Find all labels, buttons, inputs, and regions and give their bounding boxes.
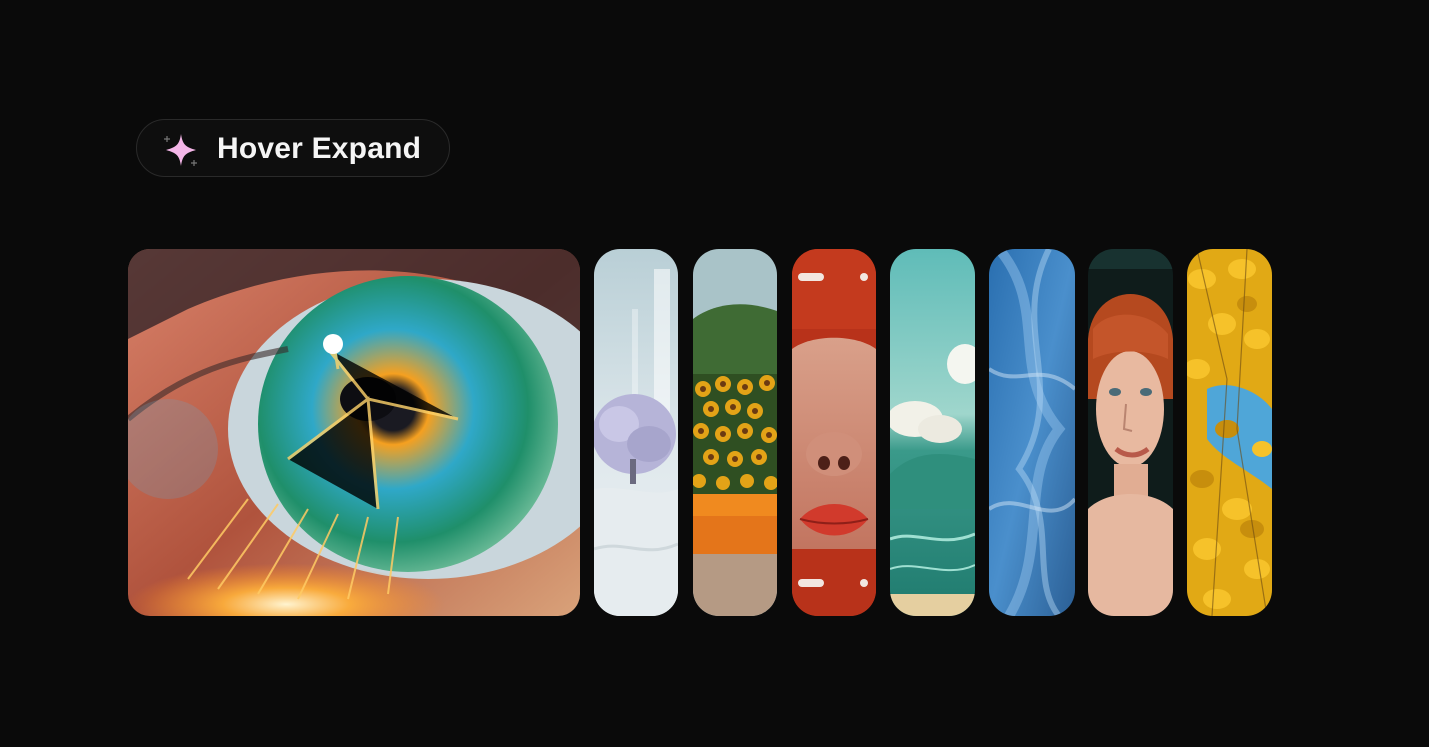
gallery-panel-ocean-wave[interactable] (890, 249, 975, 616)
badge-title: Hover Expand (217, 132, 422, 165)
gallery-panel-yellow-leaves[interactable] (1187, 249, 1272, 616)
blue-feathers-image (989, 249, 1075, 616)
hover-expand-badge: Hover Expand (136, 119, 450, 177)
gallery-panel-red-lips[interactable] (792, 249, 876, 616)
gallery-panel-blue-feathers[interactable] (989, 249, 1075, 616)
gallery-panel-eye[interactable] (128, 249, 580, 616)
gallery-panel-snowy-tree[interactable] (594, 249, 678, 616)
redhead-portrait-image (1088, 249, 1173, 616)
sparkle-icon (161, 130, 201, 170)
red-lips-image (792, 249, 876, 616)
ocean-wave-image (890, 249, 975, 616)
hover-expand-gallery (128, 249, 1272, 616)
sunflower-field-image (693, 249, 777, 616)
yellow-leaves-image (1187, 249, 1272, 616)
gallery-panel-portrait[interactable] (1088, 249, 1173, 616)
gallery-panel-sunflowers[interactable] (693, 249, 777, 616)
eye-closeup-image (128, 249, 580, 616)
snowy-tree-image (594, 249, 678, 616)
